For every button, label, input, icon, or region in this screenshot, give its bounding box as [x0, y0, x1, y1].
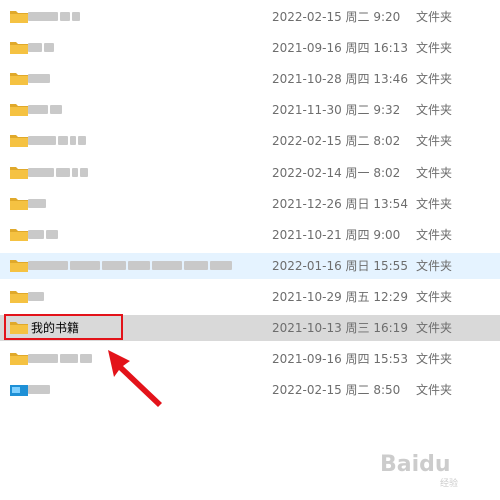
- file-type: 文件夹: [416, 352, 453, 367]
- folder-icon: [10, 42, 28, 55]
- pointer-arrow-icon: [108, 350, 162, 407]
- modified-date: 2021-11-30 周二 9:32: [272, 103, 401, 118]
- file-row[interactable]: 2021-10-28 周四 13:46 文件夹: [0, 66, 500, 92]
- modified-date: 2022-02-15 周二 8:02: [272, 134, 401, 149]
- folder-icon: [10, 353, 28, 366]
- modified-date: 2021-10-21 周四 9:00: [272, 227, 401, 242]
- file-type: 文件夹: [416, 321, 453, 335]
- file-row[interactable]: 2021-09-16 周四 15:53 文件夹: [0, 346, 500, 372]
- modified-date: 2021-09-16 周四 15:53: [272, 352, 408, 367]
- folder-icon: [10, 73, 28, 86]
- file-row[interactable]: 2022-02-15 周二 8:50 文件夹: [0, 377, 500, 403]
- file-type: 文件夹: [416, 41, 453, 56]
- file-type: 文件夹: [416, 134, 453, 149]
- file-row[interactable]: 2022-02-15 周二 9:20 文件夹: [0, 4, 500, 30]
- watermark: Baidu 经验: [380, 452, 495, 492]
- watermark-sub: 经验: [440, 479, 459, 489]
- modified-date: 2022-02-15 周二 9:20: [272, 10, 401, 24]
- file-type: 文件夹: [416, 227, 453, 242]
- redacted-file-name: [28, 197, 46, 210]
- file-type: 文件夹: [416, 383, 453, 398]
- file-row[interactable]: 2021-11-30 周二 9:32 文件夹: [0, 97, 500, 123]
- redacted-file-name: [28, 41, 54, 54]
- redacted-file-name: [28, 103, 62, 116]
- file-type: 文件夹: [416, 289, 453, 304]
- file-type: 文件夹: [416, 103, 453, 118]
- modified-date: 2021-09-16 周四 16:13: [272, 41, 408, 56]
- folder-icon: [10, 197, 28, 210]
- redacted-file-name: [28, 383, 50, 396]
- file-row[interactable]: 2021-10-29 周五 12:29 文件夹: [0, 284, 500, 310]
- file-row[interactable]: 2021-09-16 周四 16:13 文件夹: [0, 35, 500, 61]
- modified-date: 2022-02-15 周二 8:50: [272, 383, 401, 398]
- redacted-file-name: [28, 352, 92, 365]
- file-row[interactable]: 2021-10-21 周四 9:00 文件夹: [0, 222, 500, 248]
- modified-date: 2021-10-28 周四 13:46: [272, 72, 408, 87]
- folder-icon: [10, 290, 28, 303]
- redacted-file-name: [28, 134, 86, 147]
- redacted-file-name: [28, 166, 88, 179]
- folder-icon: [10, 166, 28, 179]
- modified-date: 2021-10-29 周五 12:29: [272, 289, 408, 304]
- redacted-file-name: [28, 259, 232, 272]
- folder-icon: [10, 135, 28, 148]
- watermark-logo: Baidu: [380, 452, 451, 477]
- file-row[interactable]: 2022-01-16 周日 15:55 文件夹: [0, 252, 500, 279]
- highlight-box: [4, 314, 123, 340]
- file-row[interactable]: 2021-12-26 周日 13:54 文件夹: [0, 191, 500, 217]
- file-type: 文件夹: [416, 165, 453, 180]
- redacted-file-name: [28, 72, 50, 85]
- redacted-file-name: [28, 290, 44, 303]
- redacted-file-name: [28, 228, 58, 241]
- modified-date: 2021-10-13 周三 16:19: [272, 321, 408, 335]
- file-type: 文件夹: [416, 72, 453, 87]
- app-icon: [10, 385, 28, 397]
- file-row[interactable]: 2022-02-15 周二 8:02 文件夹: [0, 128, 500, 154]
- redacted-file-name: [28, 10, 80, 23]
- file-type: 文件夹: [416, 196, 453, 211]
- folder-icon: [10, 104, 28, 117]
- file-type: 文件夹: [416, 258, 453, 273]
- file-row[interactable]: 2022-02-14 周一 8:02 文件夹: [0, 160, 500, 186]
- folder-icon: [10, 228, 28, 241]
- folder-icon: [10, 259, 28, 272]
- modified-date: 2022-01-16 周日 15:55: [272, 258, 408, 273]
- folder-icon: [10, 11, 28, 23]
- modified-date: 2021-12-26 周日 13:54: [272, 196, 408, 211]
- modified-date: 2022-02-14 周一 8:02: [272, 165, 401, 180]
- file-type: 文件夹: [416, 10, 453, 24]
